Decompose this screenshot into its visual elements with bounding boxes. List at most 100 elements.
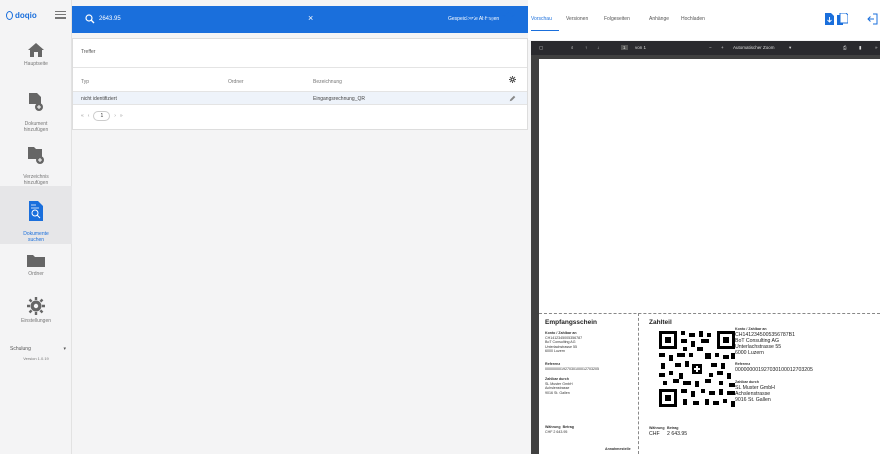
payment-payer-heading: Zahlbar durch (735, 380, 759, 384)
save-icon[interactable]: ▮ (859, 45, 861, 51)
search-document-icon (29, 201, 43, 221)
payment-part-title: Zahlteil (649, 319, 672, 326)
perforation-line-vertical (638, 313, 639, 454)
add-folder-icon (28, 147, 44, 164)
pdf-viewer: ▢ ⌕ ↑ ↓ 1 von 1 − + Automatischer Zoom ▾… (531, 41, 880, 454)
results-title: Treffer (81, 49, 96, 55)
tab-anhaenge[interactable]: Anhänge (649, 16, 669, 22)
receipt-amount: CHF 2 643.95 (545, 430, 568, 434)
payment-account: CH1412345005356787B1 BoT Consulting AG U… (735, 332, 795, 356)
next-page-icon[interactable]: ↓ (597, 45, 599, 50)
payment-account-heading: Konto / Zahlbar an (735, 327, 767, 331)
next-page-icon[interactable]: › (114, 113, 116, 119)
add-document-icon (29, 93, 43, 111)
results-panel: Treffer Typ Ordner Bezeichnung nicht ide… (72, 38, 528, 130)
table-settings-gear-icon[interactable] (509, 76, 516, 83)
payment-amount: 2 643.95 (667, 431, 688, 437)
receipt-reference: 000000001927030100012703205 (545, 367, 599, 371)
logout-icon[interactable] (867, 13, 878, 25)
tab-versionen[interactable]: Versionen (566, 16, 588, 22)
payment-payer: SL Muster GmbH Achslenstrasse 9016 St. G… (735, 385, 775, 403)
sidebar-item-label: Verzeichnis hinzufügen (23, 174, 49, 186)
zoom-caret-icon: ▾ (789, 45, 792, 50)
receipt-title: Empfangsschein (545, 319, 598, 326)
copy-document-icon[interactable] (837, 13, 848, 25)
download-document-icon[interactable] (825, 13, 834, 25)
logo[interactable]: doqio (6, 9, 37, 21)
page-blank-area (539, 59, 880, 313)
zoom-in-icon[interactable]: + (721, 45, 724, 50)
print-icon[interactable]: ⎙ (843, 45, 847, 50)
first-page-icon[interactable]: « (81, 113, 84, 119)
edit-pencil-icon[interactable] (509, 95, 516, 102)
folder-icon (27, 255, 45, 267)
caret-down-icon: ▾ (63, 346, 66, 352)
payment-currency: CHF (649, 431, 660, 437)
prev-page-icon[interactable]: ‹ (88, 113, 90, 119)
sidebar-item-label: Dokument hinzufügen (23, 121, 49, 133)
sidebar-item-label: Hauptseite (24, 61, 48, 67)
table-row[interactable]: nicht identifiziert Eingangsrechnung_QR (73, 91, 527, 105)
sidebar-item-add-folder[interactable]: Verzeichnis hinzufügen (0, 139, 72, 186)
cell-bezeichnung: Eingangsrechnung_QR (313, 96, 365, 102)
tab-vorschau[interactable]: Vorschau (531, 16, 552, 22)
more-tools-icon[interactable]: » (875, 45, 878, 50)
sidebar: doqio Hauptseite Dokument hinzufügen Ver… (0, 0, 72, 454)
sidebar-toggle-icon[interactable]: ▢ (539, 45, 543, 51)
version-label: Version 1.0.19 (23, 356, 49, 361)
pdf-page: Empfangsschein Konto / Zahlbar an CH1412… (539, 59, 880, 454)
active-tab-indicator (531, 30, 559, 31)
chevron-down-icon[interactable] (466, 16, 476, 22)
cell-typ: nicht identifiziert (81, 96, 117, 102)
sidebar-item-folder[interactable]: Ordner (0, 254, 72, 286)
previous-page-icon[interactable]: ↑ (585, 45, 587, 50)
tenant-select-value: Schulung (10, 346, 31, 352)
zoom-out-icon[interactable]: − (709, 45, 712, 50)
column-header-ordner[interactable]: Ordner (228, 79, 244, 85)
payment-reference-heading: Referenz (735, 362, 751, 366)
sidebar-item-label: Ordner (28, 271, 44, 277)
column-header-typ[interactable]: Typ (81, 79, 89, 85)
sidebar-item-home[interactable]: Hauptseite (0, 42, 72, 78)
page-number-input[interactable]: 1 (621, 45, 628, 50)
search-input[interactable]: 2643.95 (99, 16, 121, 22)
zoom-select[interactable]: Automatischer Zoom (733, 45, 775, 50)
receipt-amount-heading: Währung Betrag (545, 425, 574, 429)
gear-icon (27, 297, 45, 315)
menu-icon[interactable] (55, 11, 66, 19)
receipt-acceptance-point: Annahmestelle (605, 447, 631, 451)
tab-folgeseiten[interactable]: Folgeseiten (604, 16, 630, 22)
pdf-toolbar: ▢ ⌕ ↑ ↓ 1 von 1 − + Automatischer Zoom ▾… (531, 41, 880, 55)
pagination: « ‹ 1 › » (81, 111, 123, 121)
search-icon (85, 14, 95, 24)
tenant-select[interactable]: Schulung ▾ (10, 346, 66, 352)
qr-code-image (657, 329, 737, 409)
payment-reference: 000000001927030100012703205 (735, 367, 813, 373)
sidebar-item-add-document[interactable]: Dokument hinzufügen (0, 86, 72, 133)
star-icon[interactable] (502, 10, 515, 23)
app: doqio Hauptseite Dokument hinzufügen Ver… (0, 0, 880, 454)
receipt-account-heading: Konto / Zahlbar an (545, 331, 577, 335)
sidebar-item-label: Dokumente suchen (23, 231, 49, 243)
logo-text: doqio (15, 10, 37, 20)
receipt-payer-heading: Zahlbar durch (545, 377, 569, 381)
filter-sliders-icon[interactable] (482, 11, 494, 23)
receipt-payer: SL Muster GmbH Achslenstrasse 9016 St. G… (545, 382, 573, 395)
perforation-line (539, 313, 880, 314)
logo-icon (6, 10, 13, 20)
payment-currency-heading: Währung (649, 426, 665, 430)
last-page-icon[interactable]: » (120, 113, 123, 119)
search-bar: 2643.95 × Gespeicherte Abfragen (72, 6, 528, 33)
divider (73, 67, 527, 68)
clear-icon[interactable]: × (308, 14, 313, 23)
home-icon (28, 43, 44, 57)
sidebar-item-settings[interactable]: Einstellungen (0, 297, 72, 333)
current-page[interactable]: 1 (93, 111, 111, 121)
column-header-bezeichnung[interactable]: Bezeichnung (313, 79, 342, 85)
receipt-account: CH1412345005356787 BoT Consulting AG Unt… (545, 336, 583, 354)
tab-hochladen[interactable]: Hochladen (681, 16, 705, 22)
sidebar-item-search-documents[interactable]: Dokumente suchen (0, 186, 72, 244)
receipt-reference-heading: Referenz (545, 362, 561, 366)
page-count-label: von 1 (635, 45, 647, 50)
find-icon[interactable]: ⌕ (571, 45, 574, 50)
